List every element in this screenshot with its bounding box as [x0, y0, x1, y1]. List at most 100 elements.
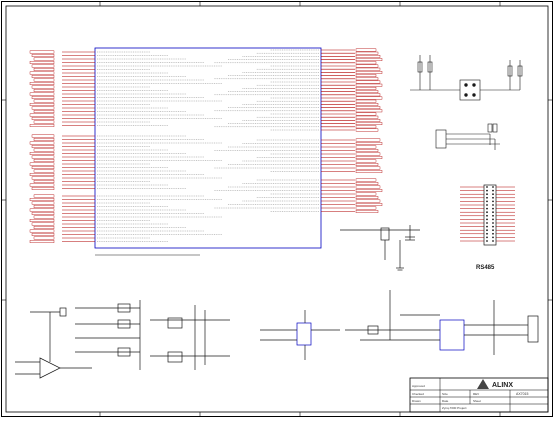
net-flag — [355, 83, 383, 87]
net-flag — [355, 182, 379, 185]
net-flag — [355, 58, 383, 62]
sot-chip — [260, 310, 340, 360]
net-flag — [33, 205, 55, 208]
net-flag — [29, 50, 55, 54]
header-pin — [486, 204, 488, 206]
net-flag — [355, 64, 379, 68]
net-flag — [355, 106, 381, 110]
net-flag — [31, 117, 55, 120]
net-flag — [33, 110, 55, 113]
inner-frame — [5, 5, 549, 413]
net-flag — [33, 57, 55, 61]
net-flag — [29, 229, 55, 233]
net-flag — [29, 92, 55, 96]
header-pin — [486, 240, 488, 242]
header-pin — [492, 222, 494, 224]
net-flag — [29, 162, 55, 166]
net-flag — [355, 112, 377, 116]
title-checked: Checked — [412, 392, 424, 396]
net-flag — [355, 74, 377, 78]
net-flag — [33, 68, 55, 71]
net-flag — [31, 222, 55, 226]
header-pin — [492, 189, 494, 192]
net-flag — [33, 89, 55, 92]
net-flag — [355, 70, 383, 74]
net-flag — [355, 55, 381, 58]
header-pin — [486, 211, 488, 214]
net-flag — [355, 125, 377, 129]
net-flag — [355, 163, 379, 166]
rs485-header: RS485 — [460, 184, 515, 271]
net-flag — [31, 155, 55, 159]
uart-connector — [435, 123, 500, 150]
net-flag — [31, 176, 55, 180]
title-approved: Approved — [412, 384, 425, 388]
net-flag — [355, 145, 377, 149]
net-flag — [355, 199, 381, 203]
net-flag — [355, 196, 379, 199]
net-flag — [31, 134, 55, 138]
title-date: Date — [442, 399, 449, 403]
net-flag — [355, 61, 377, 65]
header-pin — [486, 207, 488, 210]
net-flag — [29, 173, 55, 176]
rs485-header-pins — [460, 186, 515, 242]
net-flag — [31, 54, 55, 57]
left-net-labels — [29, 50, 55, 243]
right-net-labels — [355, 48, 383, 213]
net-flag — [355, 128, 379, 132]
decoupling-caps — [340, 225, 420, 271]
header-pin — [492, 186, 494, 188]
net-flag — [355, 86, 377, 90]
header-pin — [492, 240, 494, 242]
header-pin — [486, 229, 488, 232]
title-rev: REV — [473, 392, 479, 396]
net-flag — [29, 103, 55, 106]
header-pin — [486, 232, 488, 235]
net-flag — [355, 48, 377, 52]
net-flag — [33, 226, 55, 229]
header-pin — [492, 207, 494, 210]
net-flag — [33, 236, 55, 240]
header-pin — [492, 204, 494, 206]
net-flag — [29, 141, 55, 145]
net-flag — [33, 159, 55, 162]
net-flag — [31, 96, 55, 99]
net-flag — [33, 194, 55, 198]
net-flag — [355, 185, 381, 189]
zone-ticks — [1, 1, 553, 417]
header-pin — [492, 214, 494, 217]
net-flag — [31, 201, 55, 205]
net-flag — [355, 206, 377, 210]
net-flag — [355, 189, 383, 192]
net-flag — [355, 156, 383, 159]
net-flag — [33, 120, 55, 124]
transistor-pair — [150, 305, 230, 370]
net-flag — [29, 183, 55, 187]
header-pin — [492, 229, 494, 232]
net-flag — [355, 96, 383, 100]
net-flag — [33, 215, 55, 219]
header-pin — [492, 225, 494, 228]
net-flag — [355, 192, 377, 196]
header-pin — [492, 193, 494, 196]
net-flag — [355, 115, 379, 119]
title-project: Zynq-7000 Project — [442, 406, 467, 410]
title-block: ALINX Approved Checked Drawn Size Date A… — [409, 377, 549, 413]
net-flag — [355, 166, 381, 170]
net-flag — [355, 67, 381, 71]
net-flag — [33, 180, 55, 183]
net-flag — [31, 145, 55, 148]
rs485-sheet-label: RS485 — [476, 265, 495, 271]
net-flag — [29, 198, 55, 201]
title-drawn: Drawn — [412, 399, 421, 403]
net-flag — [355, 138, 381, 142]
header-pin — [486, 186, 488, 188]
net-flag — [355, 109, 383, 113]
net-flag — [355, 142, 383, 145]
net-flag — [31, 212, 55, 215]
header-pin — [492, 196, 494, 199]
net-flag — [355, 77, 379, 81]
header-pin — [492, 218, 494, 221]
net-flag — [29, 124, 55, 127]
